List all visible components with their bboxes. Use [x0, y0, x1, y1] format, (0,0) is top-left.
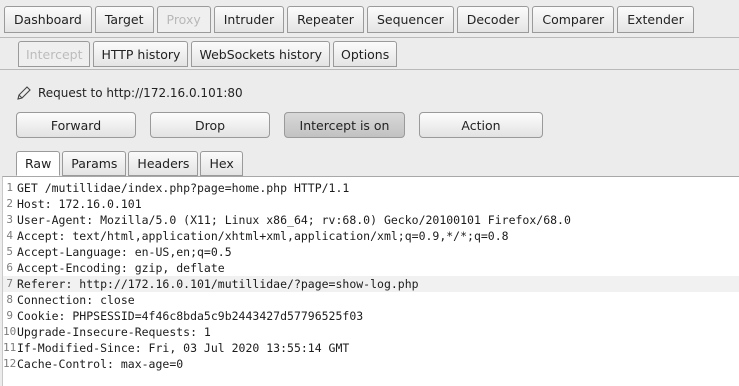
request-target-label: Request to http://172.16.0.101:80: [38, 86, 243, 100]
line-number: 8: [6, 293, 13, 306]
tab-raw[interactable]: Raw: [16, 151, 61, 176]
line-number: 12: [3, 357, 17, 370]
tab-sequencer[interactable]: Sequencer: [366, 6, 454, 33]
drop-button[interactable]: Drop: [150, 112, 270, 138]
request-line: 9 Cookie: PHPSESSID=4f46c8bda5c9b2443427d…: [3, 308, 739, 324]
tab-websockets-history[interactable]: WebSockets history: [191, 41, 331, 67]
tab-comparer[interactable]: Comparer: [532, 6, 615, 33]
tab-http-history[interactable]: HTTP history: [93, 41, 189, 67]
request-line: 8 Connection: close: [3, 292, 739, 308]
line-text[interactable]: Referer: http://172.16.0.101/mutillidae/…: [17, 276, 419, 292]
pencil-icon: [17, 86, 31, 100]
request-target: Request to http://172.16.0.101:80: [16, 85, 243, 101]
request-line: 12 Cache-Control: max-age=0: [3, 356, 739, 372]
forward-button[interactable]: Forward: [16, 112, 136, 138]
line-number: 7: [6, 277, 13, 290]
line-text[interactable]: Cache-Control: max-age=0: [17, 356, 183, 372]
line-number: 11: [3, 341, 17, 354]
line-number: 3: [6, 213, 13, 226]
line-text[interactable]: User-Agent: Mozilla/5.0 (X11; Linux x86_…: [17, 212, 571, 228]
request-line: 4 Accept: text/html,application/xhtml+xml…: [3, 228, 739, 244]
request-line: 11 If-Modified-Since: Fri, 03 Jul 2020 13…: [3, 340, 739, 356]
tab-headers[interactable]: Headers: [128, 151, 199, 176]
request-line: 10 Upgrade-Insecure-Requests: 1: [3, 324, 739, 340]
line-text[interactable]: GET /mutillidae/index.php?page=home.php …: [17, 180, 349, 196]
tab-params[interactable]: Params: [62, 151, 127, 176]
request-line: 5 Accept-Language: en-US,en;q=0.5: [3, 244, 739, 260]
intercept-toggle-button[interactable]: Intercept is on: [284, 112, 405, 138]
request-line: 1 GET /mutillidae/index.php?page=home.php…: [3, 180, 739, 196]
proxy-sub-tabs: Intercept HTTP history WebSockets histor…: [18, 41, 400, 67]
tab-dashboard[interactable]: Dashboard: [4, 6, 92, 33]
tab-target[interactable]: Target: [94, 6, 154, 33]
request-line: 6 Accept-Encoding: gzip, deflate: [3, 260, 739, 276]
line-text[interactable]: Accept-Encoding: gzip, deflate: [17, 260, 225, 276]
line-number: 4: [6, 229, 13, 242]
message-view-tabs: Raw Params Headers Hex: [16, 151, 245, 176]
proxy-sub-tab-bar: Intercept HTTP history WebSockets histor…: [0, 38, 739, 70]
line-text[interactable]: If-Modified-Since: Fri, 03 Jul 2020 13:5…: [17, 340, 349, 356]
line-text[interactable]: Cookie: PHPSESSID=4f46c8bda5c9b2443427d5…: [17, 308, 363, 324]
tab-proxy[interactable]: Proxy: [156, 6, 211, 33]
line-number: 1: [6, 181, 13, 194]
tab-options[interactable]: Options: [333, 41, 398, 67]
request-line: 3 User-Agent: Mozilla/5.0 (X11; Linux x86…: [3, 212, 739, 228]
action-button[interactable]: Action: [419, 112, 543, 138]
tab-intruder[interactable]: Intruder: [213, 6, 285, 33]
line-text[interactable]: Accept: text/html,application/xhtml+xml,…: [17, 228, 509, 244]
line-number: 9: [6, 309, 13, 322]
request-line-highlighted: 7 Referer: http://172.16.0.101/mutillidae…: [3, 276, 739, 292]
tab-intercept[interactable]: Intercept: [18, 41, 91, 67]
tab-extender[interactable]: Extender: [617, 6, 694, 33]
line-number: 5: [6, 245, 13, 258]
line-number: 6: [6, 261, 13, 274]
main-tab-bar: Dashboard Target Proxy Intruder Repeater…: [0, 0, 739, 38]
main-tabs: Dashboard Target Proxy Intruder Repeater…: [4, 6, 697, 33]
request-editor[interactable]: 1 GET /mutillidae/index.php?page=home.php…: [2, 176, 739, 386]
line-number: 2: [6, 197, 13, 210]
tab-decoder[interactable]: Decoder: [456, 6, 530, 33]
line-text[interactable]: Upgrade-Insecure-Requests: 1: [17, 324, 211, 340]
line-text[interactable]: Accept-Language: en-US,en;q=0.5: [17, 244, 232, 260]
request-line: 2 Host: 172.16.0.101: [3, 196, 739, 212]
tab-hex[interactable]: Hex: [200, 151, 243, 176]
line-number: 10: [3, 325, 17, 338]
line-text[interactable]: Connection: close: [17, 292, 135, 308]
request-lines: 1 GET /mutillidae/index.php?page=home.php…: [3, 177, 739, 372]
line-text[interactable]: Host: 172.16.0.101: [17, 196, 142, 212]
tab-repeater[interactable]: Repeater: [287, 6, 364, 33]
